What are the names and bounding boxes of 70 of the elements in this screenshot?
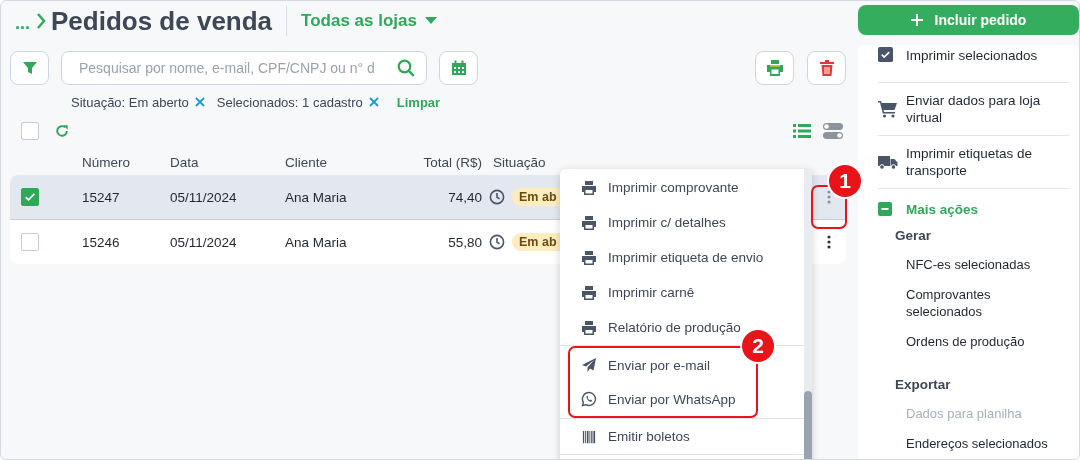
table-cell-text: Ana Maria bbox=[285, 189, 348, 205]
column-header: Total (R$) bbox=[422, 154, 482, 170]
menu-item[interactable]: Endereços selecionados bbox=[878, 429, 1069, 459]
table-cell-text: Ana Maria bbox=[285, 234, 348, 250]
filter-button[interactable] bbox=[10, 51, 49, 85]
column-header: Cliente bbox=[285, 154, 329, 170]
plus-icon bbox=[910, 14, 923, 26]
printer-icon bbox=[581, 284, 597, 301]
more-options-icon bbox=[827, 190, 831, 204]
step-number-badge: 1 bbox=[829, 165, 861, 197]
more-options-icon bbox=[827, 235, 831, 249]
caret-down-icon bbox=[425, 17, 437, 25]
menu-item[interactable]: Enviar dados para loja virtual bbox=[878, 83, 1069, 136]
row-checkbox[interactable] bbox=[21, 188, 39, 206]
printer-icon bbox=[581, 249, 597, 266]
menu-item[interactable]: Imprimir carnê bbox=[560, 275, 804, 310]
status-label: Em ab bbox=[512, 188, 563, 206]
menu-item[interactable]: Comprovantes selecionados bbox=[878, 280, 1069, 327]
menu-item[interactable]: Ordens de produção bbox=[878, 327, 1069, 357]
list-view-icon bbox=[793, 124, 811, 138]
menu-item[interactable]: Imprimir etiqueta de envio bbox=[560, 240, 804, 275]
barcode-icon bbox=[581, 429, 597, 444]
filter-tag: Situação: Em aberto bbox=[71, 94, 189, 110]
chat-bubble-icon bbox=[581, 391, 597, 407]
menu-item[interactable]: Enviar por WhatsApp bbox=[570, 382, 756, 416]
table-cell-text: 05/11/2024 bbox=[170, 189, 238, 205]
funnel-icon bbox=[22, 61, 37, 75]
search-icon bbox=[397, 59, 415, 77]
status-label: Em ab bbox=[512, 233, 563, 251]
group-heading: Gerar bbox=[895, 228, 933, 245]
close-icon bbox=[368, 97, 379, 107]
printer-icon bbox=[581, 319, 597, 336]
menu-item[interactable]: Emitir boletos bbox=[560, 419, 804, 454]
row-checkbox[interactable] bbox=[21, 233, 39, 251]
printer-icon bbox=[581, 214, 597, 231]
menu-item[interactable]: Imprimir etiquetas de transporte bbox=[878, 136, 1069, 189]
column-header: Situação bbox=[493, 154, 546, 170]
print-button[interactable] bbox=[755, 51, 794, 85]
close-icon bbox=[194, 97, 205, 107]
page-title: Pedidos de venda bbox=[51, 5, 273, 37]
scrollbar[interactable] bbox=[804, 169, 812, 459]
clock-icon bbox=[489, 234, 505, 250]
printer-icon bbox=[581, 179, 597, 196]
group-heading: Exportar bbox=[895, 377, 952, 394]
search-field[interactable]: Pesquisar por nome, e-mail, CPF/CNPJ ou n° d bbox=[61, 51, 427, 85]
toggle-view-icon bbox=[823, 123, 843, 139]
column-header: Data bbox=[170, 154, 200, 170]
column-header: Número bbox=[82, 154, 131, 170]
table-cell-text: 55,80 bbox=[447, 234, 482, 250]
refresh-icon bbox=[55, 124, 69, 138]
table-cell-text: 15247 bbox=[82, 189, 121, 205]
menu-item[interactable]: Imprimir selecionados bbox=[878, 45, 1069, 83]
minus-square-icon bbox=[878, 202, 892, 216]
clock-icon bbox=[489, 189, 505, 205]
chevron-right-icon bbox=[36, 12, 46, 30]
table-cell-text: 05/11/2024 bbox=[170, 234, 238, 250]
select-all-checkbox[interactable] bbox=[21, 122, 39, 140]
delete-button[interactable] bbox=[807, 51, 846, 85]
calendar-icon bbox=[450, 60, 467, 76]
menu-item[interactable]: NFC-es selecionadas bbox=[878, 250, 1069, 280]
filter-tag: Selecionados: 1 cadastro bbox=[216, 94, 363, 110]
printer-icon bbox=[765, 60, 784, 76]
table-cell-text: 74,40 bbox=[447, 189, 482, 205]
cart-icon bbox=[878, 100, 898, 118]
trash-icon bbox=[819, 60, 834, 76]
calendar-button[interactable] bbox=[439, 51, 478, 85]
step-number-badge: 2 bbox=[742, 330, 774, 362]
table-cell-text: 15246 bbox=[82, 234, 121, 250]
truck-icon bbox=[878, 154, 898, 170]
paper-plane-icon bbox=[581, 357, 597, 373]
